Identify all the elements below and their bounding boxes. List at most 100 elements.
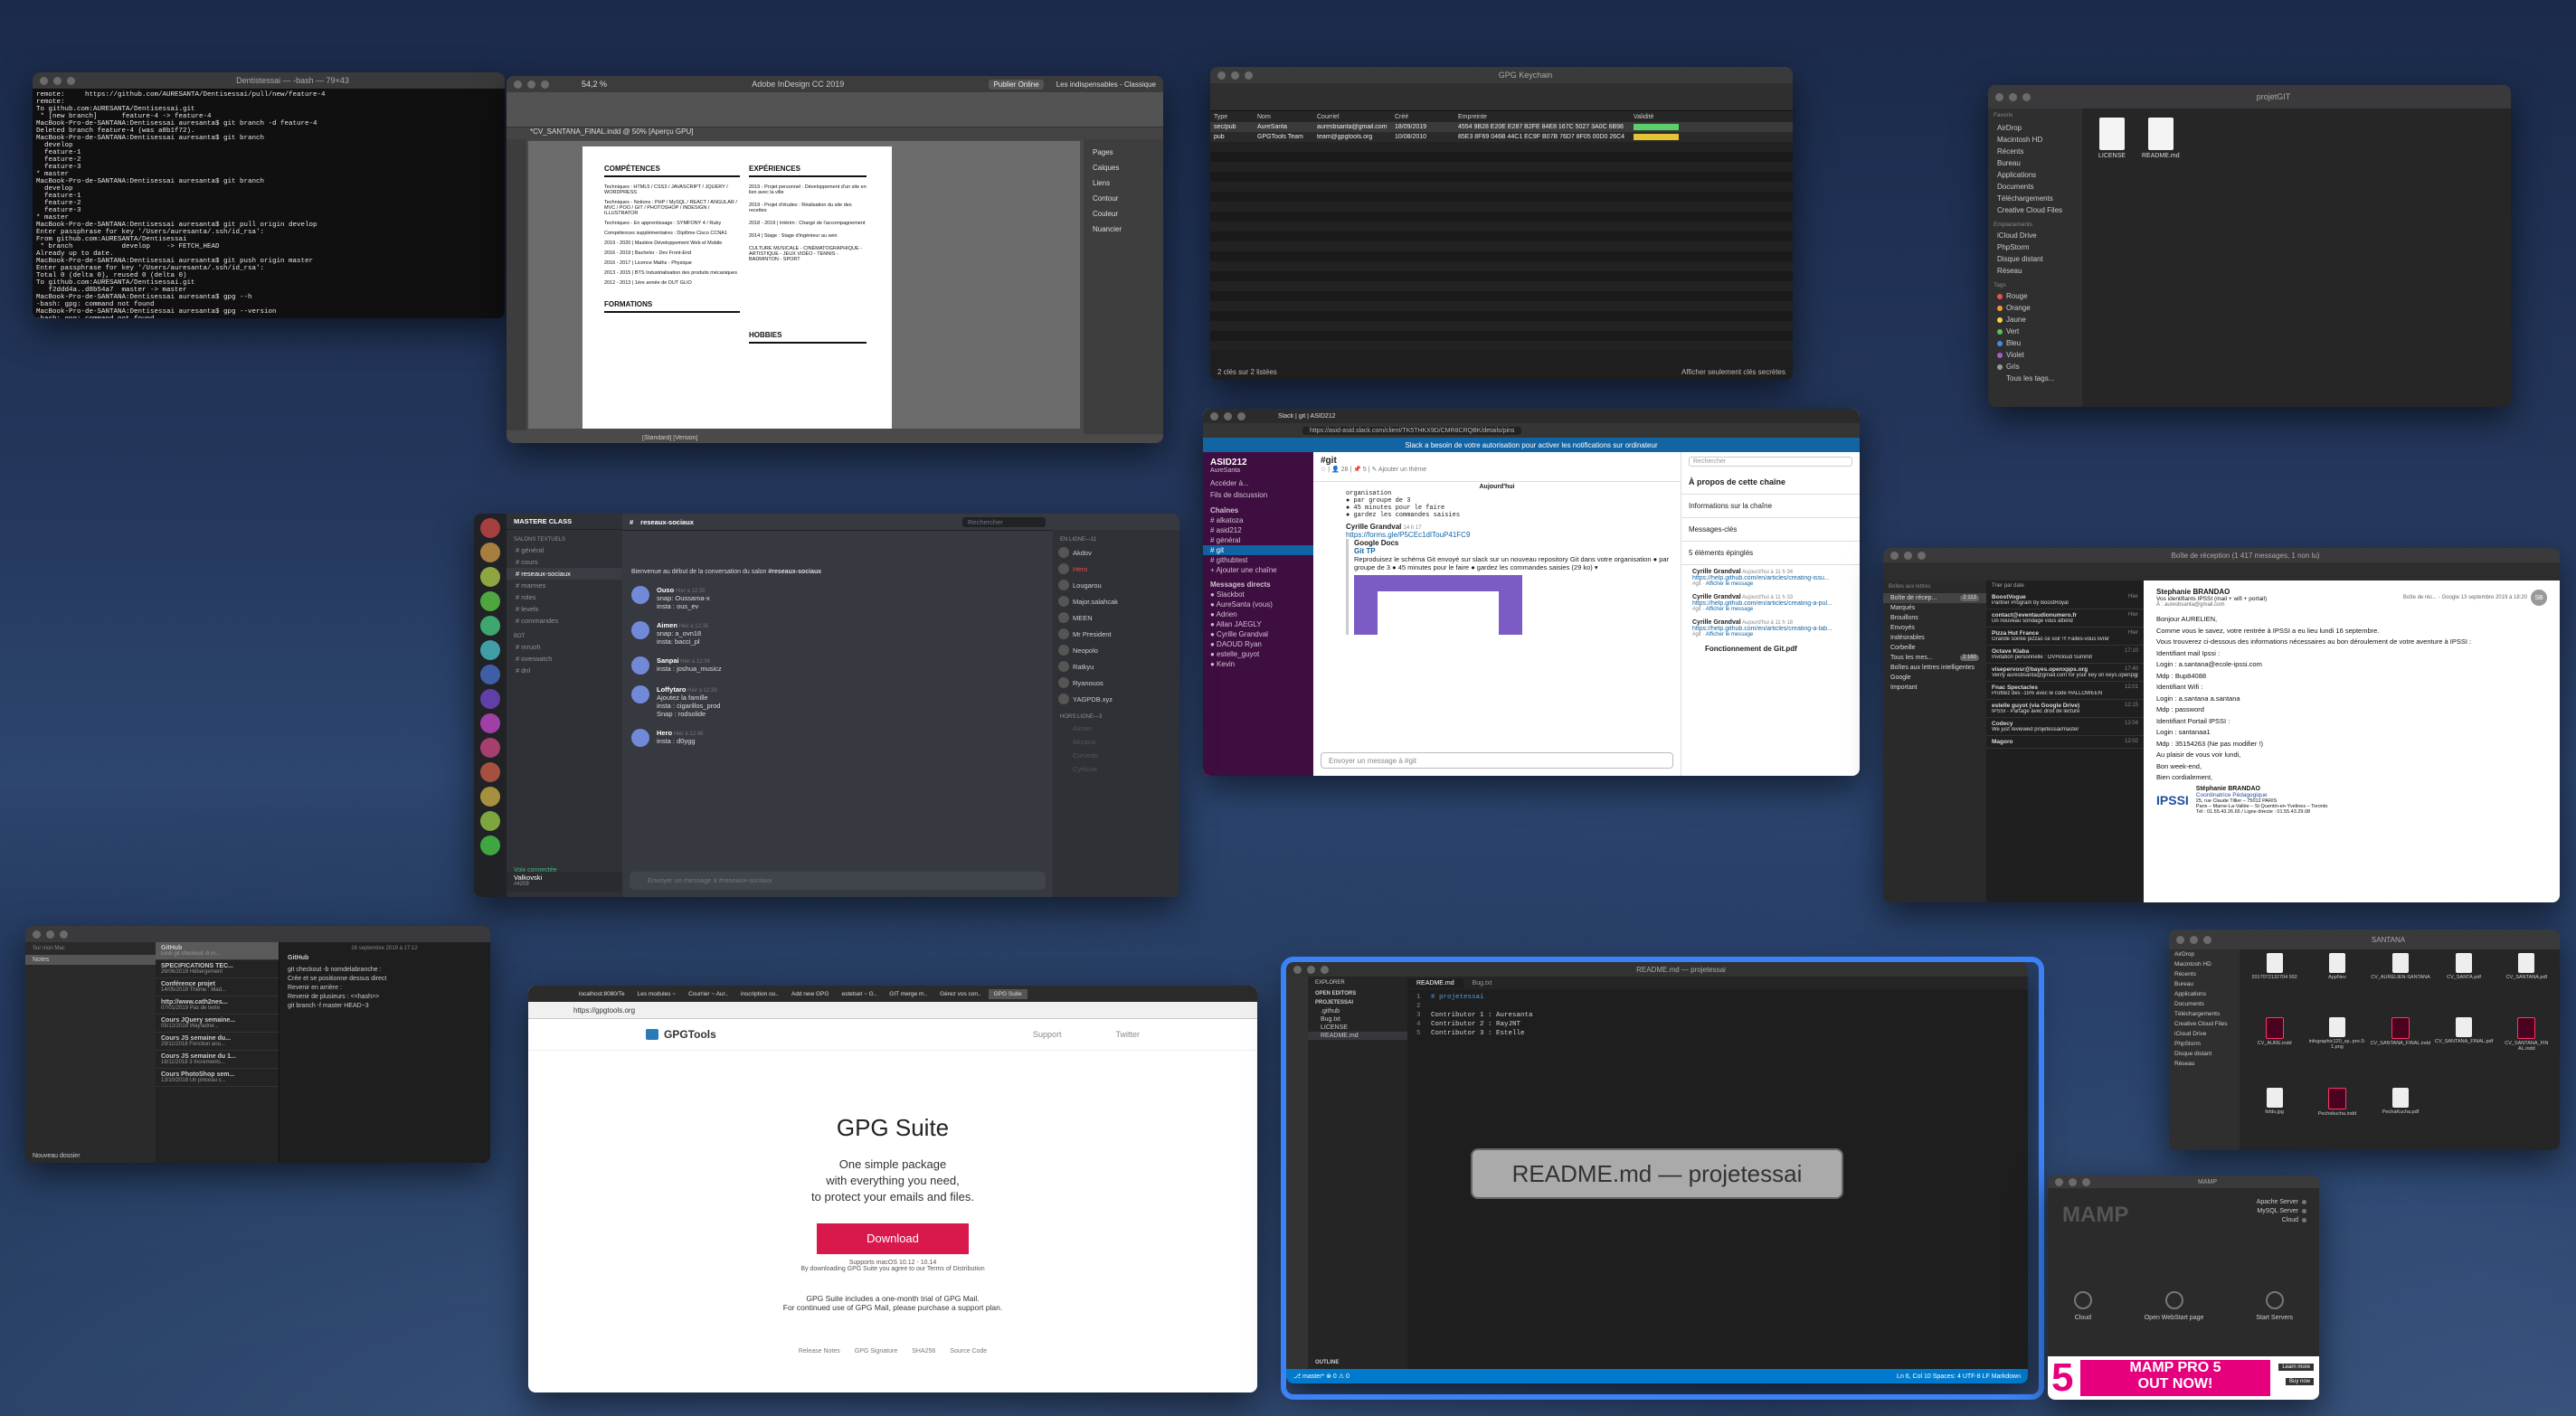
member-item[interactable]: Ratkyu (1053, 658, 1179, 675)
workspace-sidebar[interactable]: ASID212 AureSanta Accéder à... Fils de di… (1203, 452, 1313, 776)
pin-channel[interactable]: #git · (1692, 632, 1706, 637)
channel-item[interactable]: # commandes (507, 615, 622, 627)
download-button[interactable]: Download (817, 1223, 969, 1254)
pin-channel[interactable]: #git · (1692, 607, 1706, 612)
tag-item[interactable]: Orange (1988, 302, 2082, 314)
channel-item[interactable]: # cours (507, 556, 622, 568)
finder-sidebar[interactable]: Favoris AirDrop Macintosh HD Récents Bureau A… (1988, 109, 2082, 407)
folders-sidebar[interactable]: Sur mon Mac Notes Nouveau dossier (25, 942, 156, 1163)
notes-list[interactable]: GitHub lundi git checkout -b m... SPECIFIC… (156, 942, 279, 1163)
bot-category[interactable]: BOT (507, 627, 622, 641)
sidebar-item[interactable]: Bureau (1988, 157, 2082, 169)
discord-window[interactable]: MASTERE CLASS SALONS TEXTUELS # général #… (474, 514, 1179, 897)
pin-author[interactable]: Cyrille Grandval (1692, 594, 1741, 600)
member-item[interactable]: Akdov (1053, 544, 1179, 561)
server-name[interactable]: MASTERE CLASS (507, 514, 622, 530)
sidebar-item[interactable]: Disque distant (2169, 1049, 2240, 1059)
panels-dock[interactable]: Pages Calques Liens Contour Couleur Nuancier (1084, 139, 1163, 434)
server-icon[interactable] (480, 689, 500, 709)
file-item[interactable]: AppNev (2307, 953, 2366, 1014)
pin-link[interactable]: https://help.github.com/en/articles/crea… (1692, 600, 1852, 607)
member-item[interactable]: Ryanouos (1053, 675, 1179, 691)
note-item[interactable]: Conférence projet 14/05/2019 Thème : Mad.… (156, 978, 279, 996)
server-icon[interactable] (480, 811, 500, 831)
channel-item[interactable]: # githubtest (1203, 555, 1313, 565)
mailbox-item[interactable]: Marqués (1883, 603, 1986, 613)
mailbox-item[interactable]: Important (1883, 683, 1986, 693)
notification-banner[interactable]: Slack a besoin de votre autorisation pou… (1203, 438, 1860, 452)
key-table-header[interactable]: Type Nom Courriel Créé Empreinte Validité (1210, 111, 1793, 122)
channel-item[interactable]: # levels (507, 603, 622, 615)
message-item[interactable]: Magoro 12:02 (1986, 736, 2144, 749)
details-pane[interactable]: Rechercher À propos de cette chaîne Info… (1681, 452, 1860, 776)
channel-view[interactable]: #git ☆ | 👤 28 | 📌 5 | ✎ Ajouter un thème… (1313, 452, 1681, 776)
panel-tab[interactable]: Nuancier (1084, 222, 1163, 237)
member-item[interactable]: Curvedo (1053, 749, 1179, 762)
dm-item[interactable]: ● DAOUD Ryan (1203, 639, 1313, 649)
server-icon[interactable] (480, 543, 500, 562)
finder-sidebar[interactable]: AirDrop Macintosh HD Récents Bureau Applicat… (2169, 949, 2240, 1150)
author-name[interactable]: Hero (657, 729, 672, 737)
browser-tab[interactable]: Les modules ~ (632, 989, 681, 999)
server-icon[interactable] (480, 518, 500, 538)
file-item[interactable]: CV_SANTANA_FINAL.pdf (2434, 1016, 2493, 1085)
indesign-window[interactable]: 54,2 % Adobe InDesign CC 2019 Publier On… (507, 76, 1163, 443)
document-tab[interactable]: *CV_SANTANA_FINAL.indd @ 50% [Aperçu GPU… (507, 127, 1163, 140)
chat-message[interactable]: Ouso Hier à 12:35 snap: Oussama-x insta : … (622, 581, 1053, 616)
author-name[interactable]: Sanpai (657, 656, 679, 665)
preflight-status[interactable]: [Standard] [Version] (642, 435, 697, 441)
zoom-level[interactable]: 54,2 % (582, 80, 607, 89)
message-item[interactable]: visepervosr@bayes.openxpps.org 17:40 Verif… (1986, 664, 2144, 682)
dm-item[interactable]: ● AureSanta (vous) (1203, 599, 1313, 609)
sidebar-nav-item[interactable]: Accéder à... (1203, 477, 1313, 489)
browser-tab[interactable]: Slack | git | ASID212 (1278, 413, 1336, 420)
file-item[interactable]: 2017072132704 992 (2245, 953, 2304, 1014)
search-input[interactable]: Rechercher (1689, 456, 1852, 467)
server-icon[interactable] (480, 665, 500, 684)
message-author[interactable]: Cyrille Grandval (1346, 523, 1401, 531)
column-header[interactable]: Courriel (1313, 114, 1391, 120)
message-item[interactable]: BoostVogue Hier Partner Program by BoostRo… (1986, 591, 2144, 609)
server-icon[interactable] (480, 738, 500, 758)
message-item[interactable]: Fnac Spectacles 12:01 Profitez des -15% av… (1986, 682, 2144, 700)
browser-tab[interactable]: Courrier ~ Aur.. (683, 989, 734, 999)
file-item[interactable]: fsfds.jpg (2245, 1088, 2304, 1150)
file-item[interactable]: Pechekucha.indd (2307, 1088, 2366, 1150)
author-name[interactable]: Ouso (657, 586, 674, 594)
author-name[interactable]: Loffytaro (657, 685, 687, 694)
sidebar-item[interactable]: AirDrop (1988, 122, 2082, 134)
chat-area[interactable]: # reseaux-sociaux Rechercher Bienvenue au… (622, 514, 1053, 897)
channel-sidebar[interactable]: MASTERE CLASS SALONS TEXTUELS # général #… (507, 514, 622, 897)
tag-item[interactable]: Vert (1988, 326, 2082, 337)
file-item[interactable]: PechaKucha.pdf (2371, 1088, 2431, 1150)
dm-item[interactable]: ● Allan JAEGLY (1203, 619, 1313, 629)
tag-item[interactable]: Jaune (1988, 314, 2082, 326)
sidebar-item[interactable]: Macintosh HD (1988, 134, 2082, 146)
finder-projetgit-window[interactable]: projetGIT Favoris AirDrop Macintosh HD Réce… (1988, 85, 2511, 407)
key-row[interactable]: pub GPGTools Team team@gpgtools.org 10/08/2… (1210, 132, 1793, 142)
control-panel[interactable] (507, 92, 1163, 127)
file-item[interactable]: CV_AURELIEN-SANTANA (2371, 953, 2431, 1014)
mamp-window[interactable]: MAMP MAMP Apache Server MySQL Server Cloud… (2048, 1175, 2319, 1400)
file-item[interactable]: CV_SANTANA.pdf (2497, 953, 2556, 1014)
channel-item[interactable]: # général (1203, 535, 1313, 545)
message-item[interactable]: Octave Klaba 17:10 Invitation personnelle … (1986, 646, 2144, 664)
chat-message[interactable]: Hero Hier à 12:46 insta : d0ygg (622, 723, 1053, 752)
channels-heading[interactable]: Chaînes (1203, 501, 1313, 515)
column-header[interactable]: Créé (1391, 114, 1454, 120)
file-item[interactable]: CV_AURE.indd (2245, 1016, 2304, 1085)
member-list[interactable]: EN LIGNE—11 Akdov Hero Lougarou Major.salah… (1053, 530, 1179, 897)
message-item[interactable]: Codecy 12:04 We just reviewed projetessai/… (1986, 718, 2144, 736)
browser-tab[interactable]: inscription ou.. (735, 989, 784, 999)
channel-item[interactable]: # asid212 (1203, 525, 1313, 535)
channel-item[interactable]: # alkatoza (1203, 515, 1313, 525)
note-item[interactable]: SPECIFICATIONS TEC... 26/06/2019 Hébergem… (156, 960, 279, 978)
publish-online-button[interactable]: Publier Online (989, 79, 1044, 90)
avatar[interactable] (631, 621, 649, 639)
sidebar-item[interactable]: Macintosh HD (2169, 959, 2240, 969)
slack-browser-window[interactable]: Slack | git | ASID212 https://asid-asid.… (1203, 409, 1860, 776)
pinned-item[interactable]: Cyrille Grandval Aujourd'hui à 11 h 34 ht… (1681, 565, 1860, 590)
message-list[interactable]: Trier par date BoostVogue Hier Partner Pro… (1986, 581, 2145, 902)
panel-tab[interactable]: Liens (1084, 175, 1163, 191)
note-item[interactable]: Cours JS semaine du 1... 18/11/2018 3 Inc… (156, 1051, 279, 1069)
